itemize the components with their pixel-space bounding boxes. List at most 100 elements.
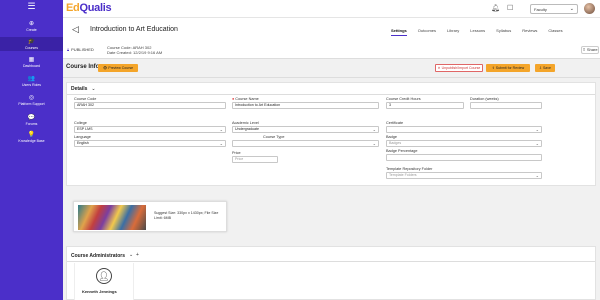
- sidebar-item-knowledge-base[interactable]: 💡 Knowledge Base: [0, 132, 63, 143]
- unpublish-label: Unpublish/Import Course: [441, 66, 481, 70]
- share-icon: ⇧: [582, 47, 586, 52]
- administrator-card[interactable]: 👤︎ Kenneth Jennings: [74, 263, 134, 300]
- eye-icon: 👁︎: [102, 66, 108, 70]
- bell-icon[interactable]: 🔔︎: [491, 4, 500, 12]
- college-label: College: [74, 121, 87, 125]
- image-size-hint: Suggest Size: 330px x 1430px; File Size …: [154, 211, 219, 220]
- forums-icon: 💬: [27, 115, 36, 121]
- course-type-select[interactable]: ⌄: [232, 140, 379, 147]
- hamburger-icon[interactable]: ☰: [0, 2, 63, 11]
- chevron-down-icon: ⌄: [569, 6, 574, 12]
- chevron-down-icon: ⌄: [219, 127, 223, 132]
- preview-course-button[interactable]: 👁︎ Preview Course: [98, 64, 138, 72]
- chevron-down-icon: ⌄: [535, 141, 539, 146]
- chevron-down-icon[interactable]: ⌄: [129, 252, 133, 258]
- role-select[interactable]: Faculty ⌄: [530, 4, 578, 14]
- dashboard-icon: ▦: [28, 57, 35, 63]
- chat-icon[interactable]: ☐: [507, 4, 513, 12]
- tab-classes[interactable]: Classes: [548, 28, 562, 36]
- tab-reviews[interactable]: Reviews: [522, 28, 537, 36]
- plus-icon: ⊕: [28, 21, 35, 27]
- chevron-down-icon: ⌄: [219, 141, 223, 146]
- template-folder-label: Template Repository Folder: [386, 167, 433, 171]
- tab-lessons[interactable]: Lessons: [470, 28, 485, 36]
- sidebar-item-dashboard[interactable]: ▦ Dashboard: [0, 57, 63, 68]
- divider: [63, 77, 600, 78]
- sidebar-item-forums[interactable]: 💬 Forums: [0, 115, 63, 126]
- logo-ed: Ed: [66, 2, 80, 14]
- unpublish-button[interactable]: ✕ Unpublish/Import Course: [435, 64, 483, 72]
- submit-review-button[interactable]: ⇪ Submit for Review: [486, 64, 530, 72]
- template-folder-select[interactable]: Template Folders ⌄: [386, 172, 542, 179]
- logo[interactable]: EdQualis: [66, 2, 112, 14]
- status-text: PUBLISHED: [71, 47, 94, 52]
- badge-percentage-label: Badge Percentage: [386, 149, 418, 153]
- credit-hours-field[interactable]: 3: [386, 102, 464, 109]
- share-button[interactable]: ⇧ Share: [581, 46, 599, 54]
- save-label: Save: [542, 66, 551, 70]
- lightbulb-icon: 💡: [27, 132, 36, 138]
- sidebar-item-support[interactable]: ◎ Platform Support: [0, 95, 63, 106]
- sidebar-item-label: Courses: [24, 46, 39, 50]
- upload-icon: ⇪: [491, 66, 495, 70]
- badge-select[interactable]: Badges ⌄: [386, 140, 542, 147]
- main-content: Course Info 👁︎ Preview Course ✕ Unpublis…: [63, 58, 600, 300]
- details-title[interactable]: Details ⌄: [71, 86, 96, 92]
- tab-settings[interactable]: Settings: [391, 28, 407, 36]
- required-icon: ●: [232, 97, 235, 101]
- page-title: Introduction to Art Education: [90, 26, 178, 33]
- add-administrator-button[interactable]: +: [136, 252, 139, 258]
- course-code-field[interactable]: ARAH 302: [74, 102, 226, 109]
- certificate-label: Certificate: [386, 121, 404, 125]
- sidebar-item-courses[interactable]: 🎓 Courses: [0, 37, 63, 51]
- language-value: English: [77, 141, 89, 145]
- section-title: Course Info: [66, 64, 100, 70]
- course-code-label: Course Code: [74, 97, 97, 101]
- user-icon: 👤︎: [96, 268, 112, 284]
- course-name-field[interactable]: Introduction to Art Education: [232, 102, 379, 109]
- tab-outcomes[interactable]: Outcomes: [418, 28, 436, 36]
- language-select[interactable]: English ⌄: [74, 140, 226, 147]
- save-icon: ⇩: [539, 66, 542, 70]
- price-field[interactable]: Price: [232, 156, 278, 163]
- sidebar-item-label: Users Roles: [21, 83, 42, 87]
- course-name-label: ●Course Name: [232, 97, 259, 101]
- chevron-down-icon: ⌄: [535, 127, 539, 132]
- badge-placeholder: Badges: [389, 141, 402, 145]
- duration-label: Duration (weeks): [470, 97, 499, 101]
- chevron-down-icon: ⌄: [372, 127, 376, 132]
- tab-library[interactable]: Library: [447, 28, 459, 36]
- status-badge: 🔒︎ PUBLISHED: [67, 47, 94, 52]
- close-icon: ✕: [437, 66, 441, 70]
- college-select[interactable]: ESP LMS ⌄: [74, 126, 226, 133]
- tab-syllabus[interactable]: Syllabus: [496, 28, 511, 36]
- save-button[interactable]: ⇩ Save: [535, 64, 555, 72]
- sidebar-item-label: Forums: [25, 122, 38, 126]
- tab-bar: Settings Outcomes Library Lessons Syllab…: [391, 28, 574, 36]
- divider: [67, 261, 595, 262]
- sidebar-item-label: Knowledge Base: [18, 139, 45, 143]
- course-header: ◁ Introduction to Art Education Settings…: [63, 18, 600, 58]
- language-label: Language: [74, 135, 91, 139]
- course-image-thumbnail: [78, 205, 146, 230]
- chevron-down-icon: ⌄: [372, 141, 376, 146]
- academic-level-select[interactable]: Undergraduate ⌄: [232, 126, 379, 133]
- sidebar-item-users[interactable]: 👥 Users Roles: [0, 76, 63, 87]
- users-icon: 👥: [27, 76, 36, 82]
- badge-percentage-field[interactable]: [386, 154, 542, 161]
- course-type-label: Course Type: [263, 135, 285, 139]
- details-panel: Details ⌄ Course Code ARAH 302 ●Course Na…: [66, 82, 596, 186]
- course-image-upload[interactable]: Suggest Size: 330px x 1430px; File Size …: [73, 201, 227, 232]
- academic-level-label: Academic Level: [232, 121, 259, 125]
- details-title-text: Details: [71, 86, 88, 92]
- avatar[interactable]: [584, 3, 595, 14]
- back-arrow-icon[interactable]: ◁: [72, 24, 79, 35]
- administrators-controls: ⌄ +: [129, 252, 139, 258]
- certificate-select[interactable]: ⌄: [386, 126, 542, 133]
- sidebar-item-label: Platform Support: [18, 102, 45, 106]
- share-label: Share: [586, 47, 598, 52]
- submit-review-label: Submit for Review: [495, 66, 525, 70]
- sidebar-item-create[interactable]: ⊕ Create: [0, 21, 63, 32]
- duration-field[interactable]: [470, 102, 542, 109]
- logo-qualis: Qualis: [79, 2, 112, 14]
